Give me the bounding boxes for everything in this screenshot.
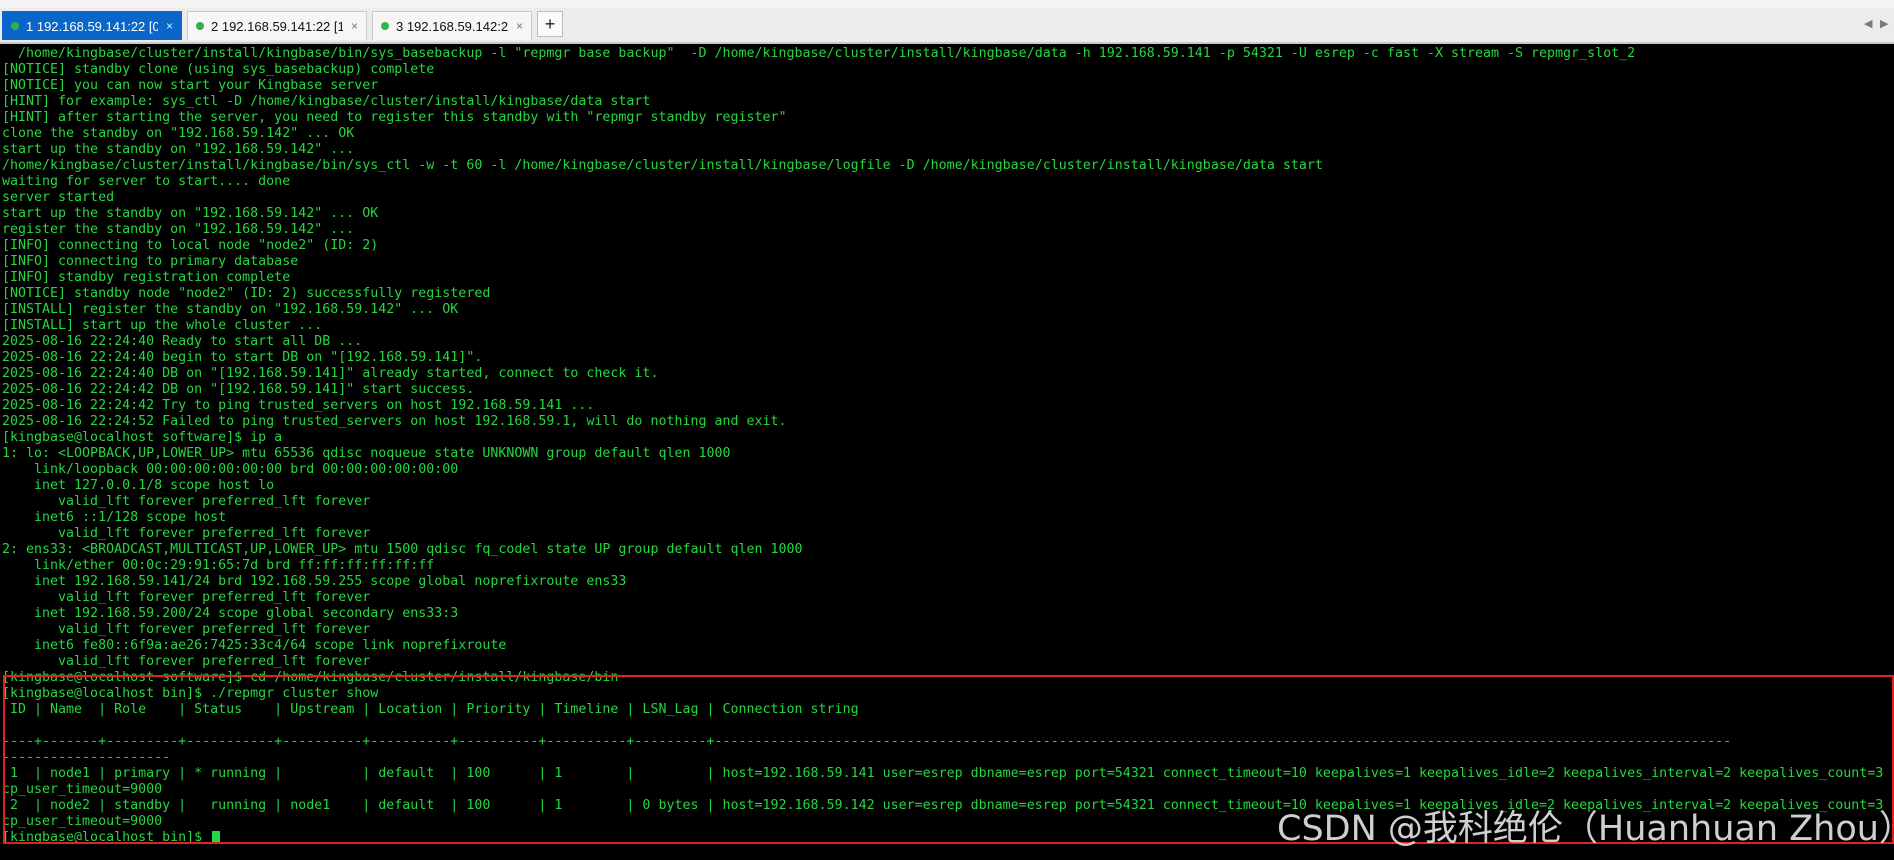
terminal-line: register the standby on "192.168.59.142"… [2, 222, 355, 237]
terminal-line: valid_lft forever preferred_lft forever [2, 622, 371, 637]
terminal-line: /home/kingbase/cluster/install/kingbase/… [2, 158, 1323, 173]
terminal-line: cp_user_timeout=9000 [2, 782, 163, 797]
terminal-line: /home/kingbase/cluster/install/kingbase/… [2, 46, 1636, 61]
terminal-line: [INFO] connecting to local node "node2" … [2, 238, 379, 253]
terminal-line: 1: lo: <LOOPBACK,UP,LOWER_UP> mtu 65536 … [2, 446, 731, 461]
terminal-lines: /home/kingbase/cluster/install/kingbase/… [2, 46, 1894, 846]
terminal-cursor [212, 830, 221, 844]
scroll-tabs-right-icon[interactable]: ▶ [1880, 17, 1888, 30]
terminal-line: inet 127.0.0.1/8 scope host lo [2, 478, 275, 493]
terminal-line: [kingbase@localhost software]$ cd /home/… [2, 670, 619, 685]
terminal-line: [INFO] standby registration complete [2, 270, 291, 285]
session-tab-label: 3 192.168.59.142:22 [396, 18, 508, 34]
terminal-line: [kingbase@localhost bin]$ ./repmgr clust… [2, 686, 379, 701]
terminal-line: server started [2, 190, 115, 205]
terminal-line: inet 192.168.59.200/24 scope global seco… [2, 606, 459, 621]
session-tab-2[interactable]: 2 192.168.59.141:22 [1] × [187, 11, 367, 40]
terminal-line: link/ether 00:0c:29:91:65:7d brd ff:ff:f… [2, 558, 435, 573]
terminal-line: inet 192.168.59.141/24 brd 192.168.59.25… [2, 574, 627, 589]
terminal-line: inet6 fe80::6f9a:ae26:7425:33c4/64 scope… [2, 638, 507, 653]
terminal-line: inet6 ::1/128 scope host [2, 510, 227, 525]
terminal-output[interactable]: /home/kingbase/cluster/install/kingbase/… [0, 44, 1894, 860]
session-tab-label: 2 192.168.59.141:22 [1] [211, 18, 343, 34]
terminal-line: [INSTALL] start up the whole cluster ... [2, 318, 323, 333]
terminal-line: valid_lft forever preferred_lft forever [2, 526, 371, 541]
terminal-line: start up the standby on "192.168.59.142"… [2, 206, 379, 221]
session-tab-bar: 1 192.168.59.141:22 [0] × 2 192.168.59.1… [0, 8, 1894, 44]
terminal-line: valid_lft forever preferred_lft forever [2, 494, 371, 509]
session-tab-1[interactable]: 1 192.168.59.141:22 [0] × [2, 11, 182, 40]
watermark: CSDN @我科绝伦（Huanhuan Zhou） [1277, 809, 1894, 849]
terminal-line: 2025-08-16 22:24:42 Try to ping trusted_… [2, 398, 595, 413]
terminal-line: [NOTICE] standby clone (using sys_baseba… [2, 62, 435, 77]
terminal-line: [HINT] after starting the server, you ne… [2, 110, 787, 125]
scroll-tabs-left-icon[interactable]: ◀ [1864, 17, 1872, 30]
terminal-line: ----+-------+---------+-----------+-----… [2, 734, 1732, 749]
terminal-line: [NOTICE] standby node "node2" (ID: 2) su… [2, 286, 491, 301]
close-icon[interactable]: × [516, 19, 523, 33]
terminal-line: waiting for server to start.... done [2, 174, 291, 189]
session-tab-label: 1 192.168.59.141:22 [0] [26, 18, 158, 34]
terminal-line: [INFO] connecting to primary database [2, 254, 299, 269]
terminal-line: valid_lft forever preferred_lft forever [2, 590, 371, 605]
add-tab-button[interactable]: + [537, 11, 563, 37]
terminal-line: [INSTALL] register the standby on "192.1… [2, 302, 459, 317]
terminal-line: valid_lft forever preferred_lft forever [2, 654, 371, 669]
terminal-line: [NOTICE] you can now start your Kingbase… [2, 78, 379, 93]
connected-status-icon [196, 22, 204, 30]
terminal-line: ID | Name | Role | Status | Upstream | L… [2, 702, 859, 717]
terminal-line: 2025-08-16 22:24:42 DB on "[192.168.59.1… [2, 382, 475, 397]
close-icon[interactable]: × [166, 19, 173, 33]
terminal-line: clone the standby on "192.168.59.142" ..… [2, 126, 355, 141]
terminal-line: --------------------- [2, 750, 171, 765]
terminal-line: [kingbase@localhost software]$ ip a [2, 430, 283, 445]
session-tab-3[interactable]: 3 192.168.59.142:22 × [372, 11, 532, 40]
terminal-line: link/loopback 00:00:00:00:00:00 brd 00:0… [2, 462, 459, 477]
terminal-line: 2025-08-16 22:24:40 DB on "[192.168.59.1… [2, 366, 659, 381]
terminal-line: 1 | node1 | primary | * running | | defa… [2, 766, 1894, 781]
terminal-line: start up the standby on "192.168.59.142"… [2, 142, 355, 157]
connected-status-icon [381, 22, 389, 30]
terminal-line: 2025-08-16 22:24:40 Ready to start all D… [2, 334, 363, 349]
close-icon[interactable]: × [351, 19, 358, 33]
terminal-line: 2025-08-16 22:24:52 Failed to ping trust… [2, 414, 787, 429]
terminal-line: 2: ens33: <BROADCAST,MULTICAST,UP,LOWER_… [2, 542, 803, 557]
terminal-line: [HINT] for example: sys_ctl -D /home/kin… [2, 94, 651, 109]
terminal-line: 2025-08-16 22:24:40 begin to start DB on… [2, 350, 483, 365]
connected-status-icon [11, 22, 19, 30]
